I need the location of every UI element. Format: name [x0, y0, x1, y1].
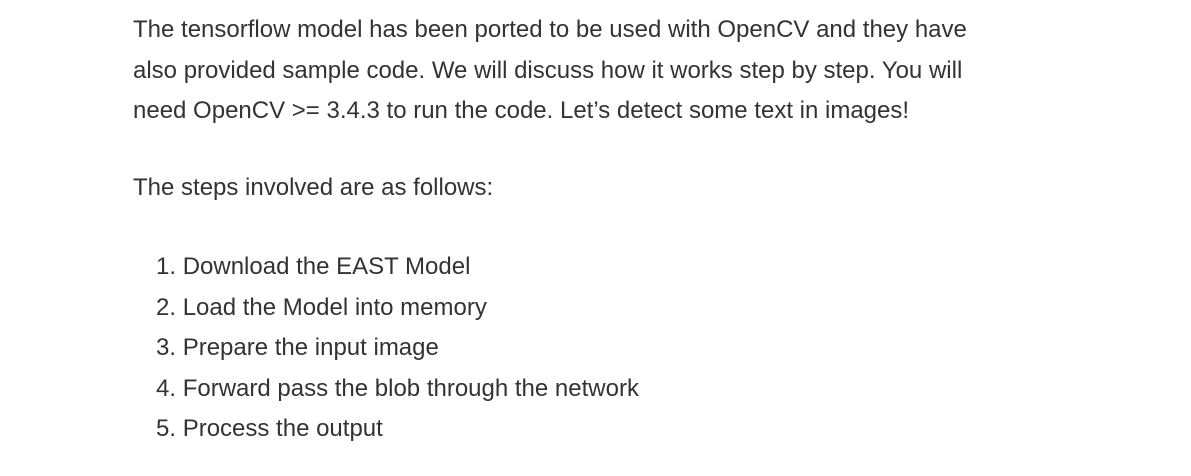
step-text: Forward pass the blob through the networ…: [182, 374, 639, 402]
step-text: Download the EAST Model: [182, 253, 471, 280]
list-item: 4. Forward pass the blob through the net…: [156, 369, 639, 410]
step-number: 1.: [156, 253, 177, 280]
step-number: 4.: [156, 374, 177, 402]
list-item: 1. Download the EAST Model: [156, 247, 639, 288]
step-number: 5.: [156, 415, 177, 443]
list-item: 5. Process the output: [156, 409, 639, 450]
step-text: Load the Model into memory: [182, 293, 487, 321]
list-item: 2. Load the Model into memory: [156, 288, 639, 329]
steps-list: 1. Download the EAST Model 2. Load the M…: [156, 247, 639, 450]
article-body: The tensorflow model has been ported to …: [133, 10, 1033, 442]
intro-paragraph: The tensorflow model has been ported to …: [133, 16, 967, 124]
list-item: 3. Prepare the input image: [156, 328, 639, 369]
steps-heading: The steps involved are as follows:: [133, 174, 494, 201]
step-number: 2.: [156, 293, 177, 321]
step-text: Process the output: [182, 415, 383, 443]
step-text: Prepare the input image: [182, 334, 439, 362]
step-number: 3.: [156, 334, 177, 362]
